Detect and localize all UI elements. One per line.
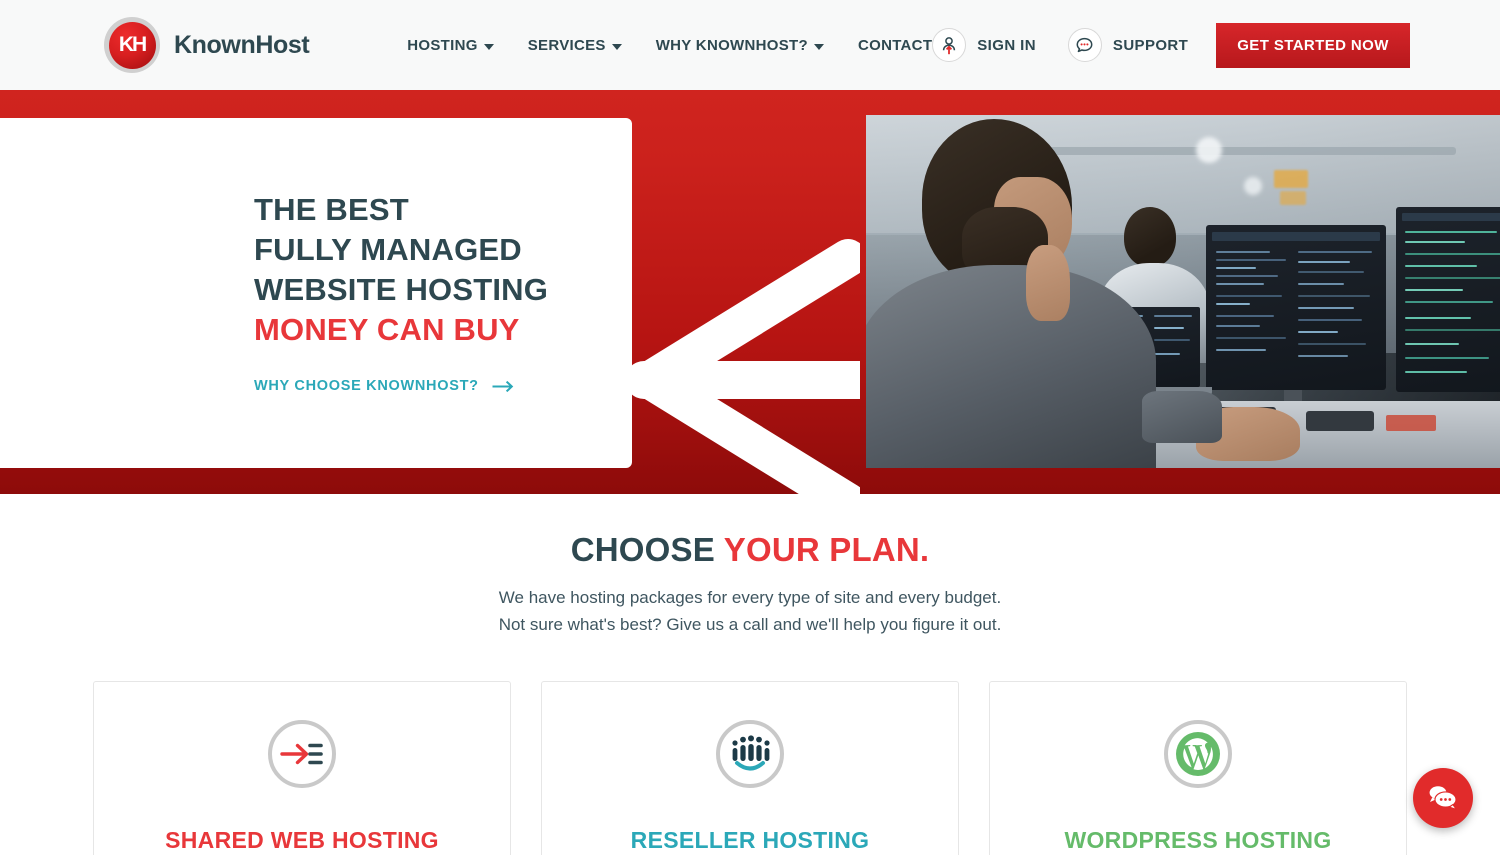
why-choose-knownhost-label: WHY CHOOSE KNOWNHOST? bbox=[254, 378, 479, 394]
get-started-button[interactable]: GET STARTED NOW bbox=[1216, 22, 1410, 68]
plan-card-wordpress-hosting[interactable]: WORDPRESS HOSTING bbox=[989, 681, 1407, 855]
choose-plan-section: CHOOSE YOUR PLAN. We have hosting packag… bbox=[0, 494, 1500, 855]
plan-card-list: SHARED WEB HOSTING RESELLER HOSTING WORD… bbox=[0, 681, 1500, 855]
nav-label: HOSTING bbox=[407, 36, 478, 54]
nav-item-why-knownhost[interactable]: WHY KNOWNHOST? bbox=[656, 37, 824, 54]
knownhost-logo-icon: KH bbox=[104, 17, 160, 73]
hero-line-2: FULLY MANAGED bbox=[254, 232, 522, 267]
sign-in-label: SIGN IN bbox=[977, 36, 1036, 54]
plan-card-title: WORDPRESS HOSTING bbox=[1064, 827, 1332, 853]
plans-subtitle: We have hosting packages for every type … bbox=[0, 584, 1500, 638]
chevron-down-icon bbox=[611, 43, 622, 50]
logo-monogram: KH bbox=[118, 33, 147, 56]
hero-line-1: THE BEST bbox=[254, 192, 409, 227]
site-header: KH KnownHost HOSTING SERVICES WHY KNOWNH… bbox=[0, 0, 1500, 90]
hero-text-card: THE BEST FULLY MANAGED WEBSITE HOSTING M… bbox=[0, 118, 632, 468]
hero-line-3: WEBSITE HOSTING bbox=[254, 272, 549, 307]
nav-item-contact[interactable]: CONTACT bbox=[858, 37, 932, 54]
hero-copy: THE BEST FULLY MANAGED WEBSITE HOSTING M… bbox=[254, 190, 548, 394]
wordpress-icon bbox=[1164, 720, 1232, 788]
nav-label: CONTACT bbox=[857, 36, 933, 54]
plans-subtitle-line-1: We have hosting packages for every type … bbox=[498, 588, 1002, 607]
plan-card-shared-web-hosting[interactable]: SHARED WEB HOSTING bbox=[93, 681, 511, 855]
hero-photo bbox=[866, 115, 1500, 468]
hero-line-4: MONEY CAN BUY bbox=[254, 312, 520, 347]
plan-card-title: RESELLER HOSTING bbox=[630, 827, 870, 853]
plan-card-title: SHARED WEB HOSTING bbox=[165, 827, 439, 853]
support-button[interactable]: SUPPORT bbox=[1067, 28, 1189, 62]
brand-logo[interactable]: KH KnownHost bbox=[104, 17, 310, 73]
plans-subtitle-line-2: Not sure what's best? Give us a call and… bbox=[498, 615, 1002, 634]
left-arrow-decor-icon bbox=[620, 230, 879, 494]
main-navigation: HOSTING SERVICES WHY KNOWNHOST? CONTACT bbox=[407, 37, 932, 54]
support-label: SUPPORT bbox=[1112, 36, 1189, 54]
nav-label: SERVICES bbox=[527, 36, 606, 54]
chevron-down-icon bbox=[483, 43, 494, 50]
brand-name: KnownHost bbox=[174, 30, 310, 59]
plans-heading-red: YOUR PLAN. bbox=[723, 531, 930, 568]
chat-bubbles-icon bbox=[1429, 786, 1457, 810]
header-actions: SIGN IN SUPPORT GET STARTED NOW bbox=[932, 22, 1410, 68]
plans-heading-dark: CHOOSE bbox=[570, 531, 715, 568]
user-upload-icon bbox=[932, 28, 967, 62]
chat-bubble-icon bbox=[1067, 28, 1102, 62]
arrow-right-icon bbox=[492, 380, 513, 392]
page-root: KH KnownHost HOSTING SERVICES WHY KNOWNH… bbox=[0, 0, 1500, 855]
nav-item-hosting[interactable]: HOSTING bbox=[407, 36, 494, 54]
chevron-down-icon bbox=[813, 43, 824, 50]
arrow-into-list-icon bbox=[268, 720, 336, 788]
sign-in-button[interactable]: SIGN IN bbox=[932, 28, 1036, 62]
chat-widget-button[interactable] bbox=[1413, 768, 1473, 828]
nav-label: WHY KNOWNHOST? bbox=[655, 36, 808, 54]
plans-heading: CHOOSE YOUR PLAN. bbox=[0, 531, 1500, 569]
why-choose-knownhost-link[interactable]: WHY CHOOSE KNOWNHOST? bbox=[254, 378, 548, 394]
nav-item-services[interactable]: SERVICES bbox=[528, 37, 622, 54]
hero-banner: THE BEST FULLY MANAGED WEBSITE HOSTING M… bbox=[0, 90, 1500, 494]
people-group-icon bbox=[716, 720, 784, 788]
plan-card-reseller-hosting[interactable]: RESELLER HOSTING bbox=[541, 681, 959, 855]
